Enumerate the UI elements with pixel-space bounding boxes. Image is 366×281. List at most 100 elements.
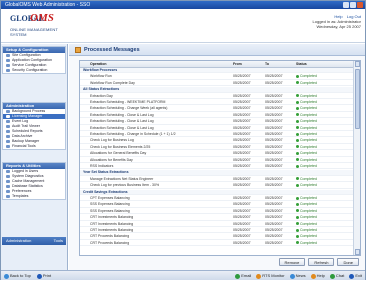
group-row[interactable]: Year Set Status Extractions [80,170,354,176]
scroll-thumb[interactable] [355,69,360,129]
table-row[interactable]: CRT Investments Balancing 05/25/2007 05/25… [80,222,354,227]
group-label: All Status Extractions [83,87,120,92]
status-check-icon [296,132,299,136]
group-row[interactable]: All Status Extractions [80,87,354,93]
table-row[interactable]: Extraction Scheduling - Close & Last Log… [80,126,354,131]
status-check-icon [296,241,299,245]
column-header-to[interactable]: To [265,61,293,68]
exit-icon [349,273,355,279]
row-operation: Allocations for General Benefits Day [90,151,147,156]
sidebar-footer-select[interactable]: Administration Tools [2,237,66,245]
table-row[interactable]: Allocations for General Benefits Day 05/2… [80,151,354,157]
row-from-date: 05/25/2007 [233,132,251,136]
messages-icon [75,47,81,53]
status-check-icon [296,74,299,78]
row-status: Completed [296,145,352,150]
close-button[interactable] [357,2,363,8]
email-icon [235,273,241,279]
title-bar: GlobalOMS Web Administration - SSO [1,1,365,9]
table-row[interactable]: Workflow Run 05/25/2007 05/25/2007 Complete… [80,74,354,80]
row-operation: Check Log for Business Log [90,138,134,143]
row-from-date: 05/25/2007 [233,183,251,188]
group-row[interactable]: Workflow Processes [80,68,354,74]
status-check-icon [296,145,299,149]
sidebar: Setup & Configuration Site Configuration A… [1,44,68,270]
status-text: Completed [300,100,317,104]
row-to-date: 05/25/2007 [265,208,283,213]
status-check-icon [296,81,299,85]
row-from-date: 05/25/2007 [233,125,251,130]
row-from-date: 05/25/2007 [233,176,251,181]
column-header-status[interactable]: Status [296,61,352,68]
status-check-icon [296,158,299,162]
back-to-top-icon [4,273,9,279]
application-window: GlobalOMS Web Administration - SSO GLOBA… [0,0,366,280]
table-row[interactable]: Extraction Scheduling - Close & Last Log… [80,112,354,119]
row-status: Completed [296,164,352,169]
row-operation: CRT Investments Balancing [90,228,134,232]
logo[interactable]: GLOBAL OMS ONLINE MANAGEMENT SYSTEM [6,12,60,40]
maximize-button[interactable] [350,2,356,8]
sidebar-item-icon [6,195,10,198]
status-text: Completed [300,112,317,117]
sidebar-item-icon [6,69,10,72]
table-row[interactable]: CPT Expenses Balancing 05/25/2007 05/25/20… [80,196,354,202]
sidebar-item-label: Data Archive [12,134,33,138]
table-row[interactable]: SSS Expenses Balancing 05/25/2007 05/25/20… [80,208,354,215]
sidebar-item[interactable]: Templates [3,194,65,199]
table-row[interactable]: Check Log for previous Business Item - 3… [80,183,354,189]
table-row[interactable]: Check Log for Business Log 05/25/2007 05/2… [80,138,354,144]
refresh-button[interactable]: Refresh [308,258,335,266]
column-header-from[interactable]: From [233,61,263,68]
table-row[interactable]: Extraction Scheduling - WEEKTIME PLATFOR… [80,100,354,106]
row-operation: Extraction Scheduling - Close & Last Log [90,112,154,117]
table-row[interactable]: Extraction Scheduling - Close & Last Log… [80,119,354,125]
row-status: Completed [296,202,352,207]
done-button[interactable]: Done [337,258,359,266]
sidebar-item[interactable]: Security Configuration [3,68,65,73]
vertical-scrollbar[interactable] [353,61,360,255]
row-operation: CPT Expenses Balancing [90,196,130,200]
row-status: Completed [296,158,352,163]
table-row[interactable]: SSS Expenses Balancing 05/25/2007 05/25/20… [80,202,354,208]
scroll-up-arrow[interactable] [355,61,360,67]
status-text: Completed [300,234,317,239]
table-row[interactable]: Workflow Run Complete Day 05/25/2007 05/25… [80,81,354,87]
scroll-down-arrow[interactable] [355,249,360,255]
sidebar-item-icon [6,145,10,148]
row-status: Completed [296,209,352,214]
table-row[interactable]: CRT Proceeds Balancing 05/25/2007 05/25/20… [80,234,354,240]
group-label: Year Set Status Extractions [83,170,129,175]
row-status: Completed [296,126,352,131]
group-row[interactable]: Credit Savings Extractions [80,189,354,195]
sidebar-footer-label: Administration [6,238,32,243]
sidebar-group: Administration Background Process Licensin… [2,102,66,150]
table-row[interactable]: Extraction Scheduling - Change in Schedu… [80,132,354,138]
sidebar-item[interactable]: Financial Tools [3,144,65,149]
table-row[interactable]: Allocations for Benefits Day 05/25/2007 05… [80,158,354,163]
sidebar-item-label: Preferences [12,189,32,193]
sidebar-group: Reports & Utilities Logged in Users System… [2,162,66,200]
remove-button[interactable]: Remove [278,258,306,266]
minimize-button[interactable] [343,2,349,8]
row-from-date: 05/25/2007 [233,106,251,111]
grid-header-row: Operation From To Status [80,61,354,68]
row-operation: Extraction Scheduling - Change in Schedu… [90,132,176,136]
table-row[interactable]: Extraction Scheduling - Change Week (all… [80,106,354,112]
sidebar-item-icon [6,115,10,118]
sidebar-item-label: Audit Trail Viewer [12,124,40,128]
table-row[interactable]: CRT Investments Balancing 05/25/2007 05/25… [80,215,354,221]
table-row[interactable]: CRT Investments Balancing 05/25/2007 05/25… [80,228,354,234]
column-header-operation[interactable]: Operation [90,61,230,68]
table-row[interactable]: RSS Indicators 05/25/2007 05/25/2007 Comple… [80,164,354,170]
table-row[interactable]: CRT Proceeds Balancing 05/25/2007 05/25/20… [80,241,354,247]
sidebar-item-label: Background Process [12,109,46,113]
row-from-date: 05/25/2007 [233,196,251,200]
table-row[interactable]: Check Log for Business Elements 2/25 05/2… [80,144,354,151]
table-row[interactable]: Manage Extractions Net Status Engineer 05… [80,176,354,183]
row-from-date: 05/25/2007 [233,234,251,239]
row-status: Completed [296,151,352,156]
row-operation: Check Log for Business Elements 2/25 [90,144,151,149]
table-row[interactable]: Extraction Day 05/25/2007 05/25/2007 Comple… [80,94,354,99]
row-to-date: 05/25/2007 [265,138,283,143]
